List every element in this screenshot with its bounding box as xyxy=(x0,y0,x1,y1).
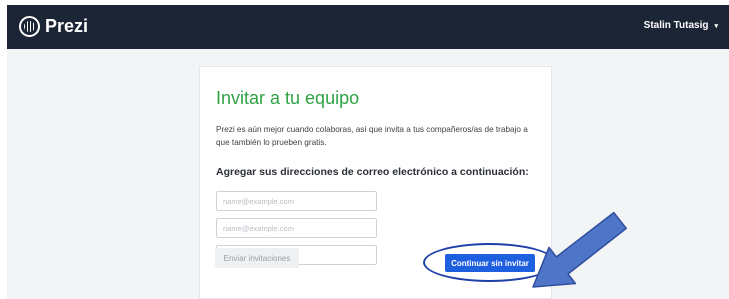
email-section-subtitle: Agregar sus direcciones de correo electr… xyxy=(216,166,529,178)
email-field-1[interactable] xyxy=(216,191,377,211)
user-name: Stalin Tutasig xyxy=(643,20,709,31)
card-description: Prezi es aún mejor cuando colaboras, así… xyxy=(216,125,528,147)
card-title: Invitar a tu equipo xyxy=(216,88,360,108)
email-field-2[interactable] xyxy=(216,218,377,238)
user-menu[interactable]: Stalin Tutasig ▾ xyxy=(644,20,718,31)
logo-text: Prezi xyxy=(45,16,89,36)
chevron-down-icon: ▾ xyxy=(714,22,718,30)
continue-without-inviting-button[interactable]: Continuar sin invitar xyxy=(445,254,535,272)
prezi-logo-icon xyxy=(19,16,40,37)
prezi-logo[interactable]: Prezi xyxy=(19,16,88,37)
send-invitations-button[interactable]: Enviar invitaciones xyxy=(215,248,299,268)
top-navigation-bar: Prezi Stalin Tutasig ▾ xyxy=(7,5,729,49)
